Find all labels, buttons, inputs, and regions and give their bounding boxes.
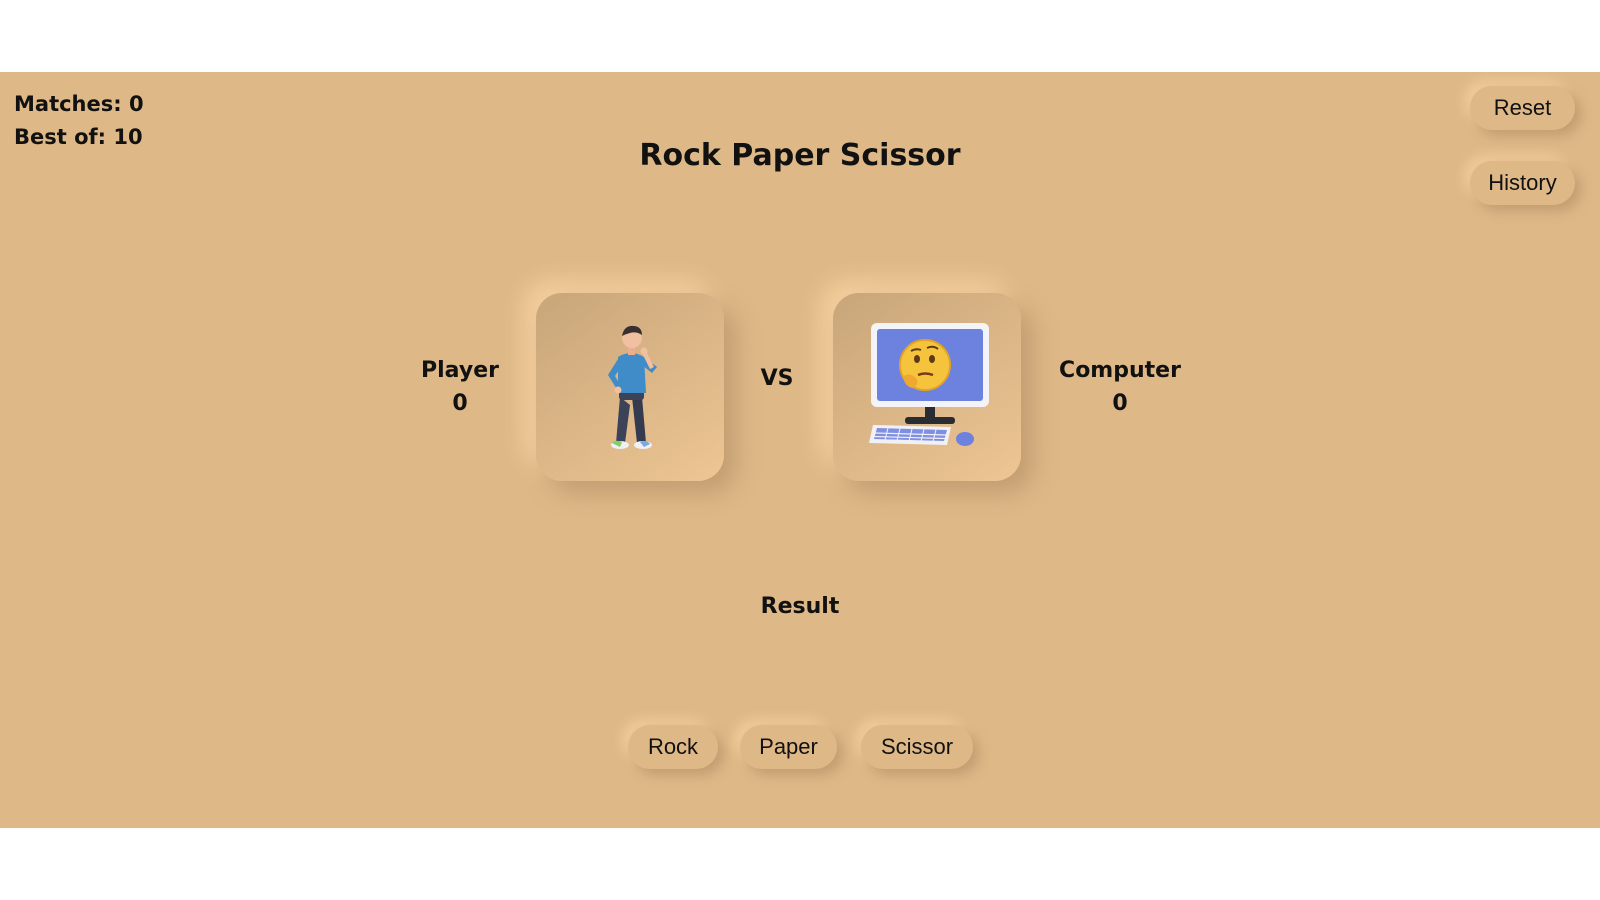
history-button[interactable]: History [1470, 161, 1575, 205]
computer-choice-card [833, 293, 1021, 481]
matches-count: Matches: 0 [14, 92, 144, 116]
thinking-person-icon [608, 325, 657, 449]
player-name: Player [421, 358, 499, 383]
vs-label: VS [760, 366, 794, 391]
rock-button[interactable]: Rock [628, 725, 718, 769]
thinking-computer-icon [869, 323, 989, 446]
page-title: Rock Paper Scissor [639, 138, 961, 173]
computer-name: Computer [1059, 358, 1181, 383]
paper-button[interactable]: Paper [740, 725, 837, 769]
computer-panel: Computer 0 [1050, 354, 1190, 420]
player-choice-card [536, 293, 724, 481]
reset-button[interactable]: Reset [1470, 86, 1575, 130]
game-area: Matches: 0 Best of: 10 Rock Paper Scisso… [0, 72, 1600, 828]
player-panel: Player 0 [400, 354, 520, 420]
scissor-button[interactable]: Scissor [861, 725, 973, 769]
player-score: 0 [452, 391, 468, 416]
computer-score: 0 [1112, 391, 1128, 416]
result-text: Result [760, 594, 840, 619]
